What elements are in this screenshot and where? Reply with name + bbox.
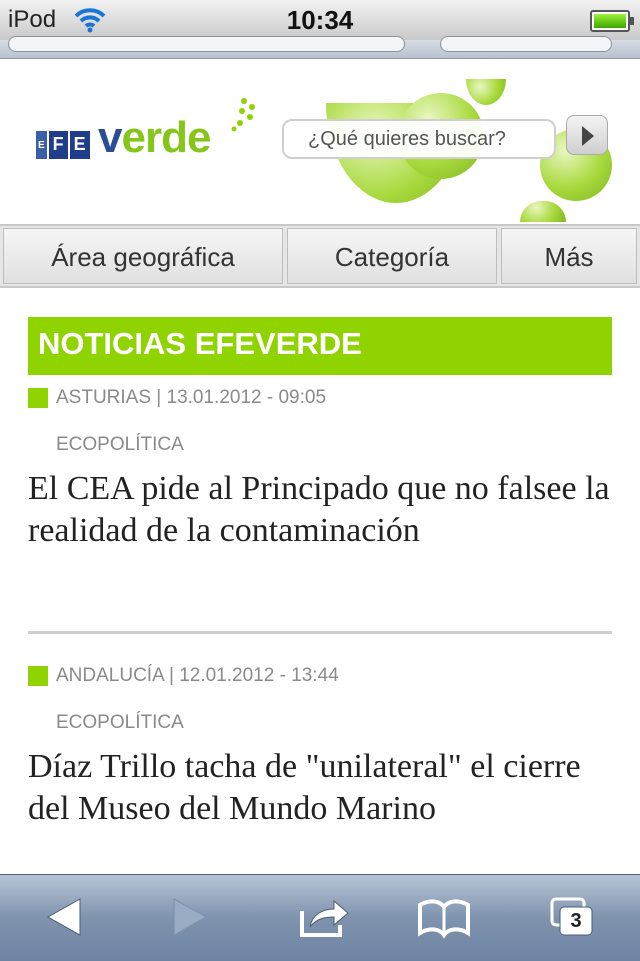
share-button[interactable] — [294, 895, 354, 939]
news-divider — [28, 631, 612, 634]
decorative-bubble — [520, 201, 566, 222]
search-go-icon — [582, 126, 594, 146]
section-title: NOTICIAS EFEVERDE — [38, 326, 362, 361]
decorative-bubble — [466, 79, 506, 105]
news-location-date: ASTURIAS | 13.01.2012 - 09:05 — [56, 387, 327, 408]
bullet-square-icon — [28, 666, 48, 686]
forward-button[interactable] — [160, 895, 220, 939]
status-bar: iPod 10:34 — [0, 0, 640, 41]
news-category[interactable]: ECOPOLÍTICA — [56, 712, 184, 734]
share-icon — [300, 899, 349, 937]
browser-toolbar: 3 — [0, 874, 640, 961]
search-input[interactable]: ¿Qué quieres buscar? — [282, 119, 556, 159]
clock: 10:34 — [286, 5, 354, 35]
section-header: NOTICIAS EFEVERDE — [28, 317, 612, 375]
bookmarks-icon — [418, 899, 470, 939]
news-category[interactable]: ECOPOLÍTICA — [56, 434, 184, 456]
efeverde-logo[interactable]: EFE verde — [36, 98, 256, 171]
search-go-button[interactable] — [566, 115, 608, 155]
browser-address-bar — [0, 36, 640, 59]
battery-icon — [590, 10, 634, 32]
news-headline[interactable]: Díaz Trillo tacha de "unilateral" el cie… — [28, 746, 612, 830]
url-field[interactable] — [8, 36, 405, 52]
tabs-button[interactable]: 3 — [544, 895, 604, 939]
browser-search-field[interactable] — [440, 36, 612, 52]
nav-tab-mas[interactable]: Más — [501, 228, 637, 284]
news-location-date: ANDALUCÍA | 12.01.2012 - 13:44 — [56, 665, 339, 686]
bookmarks-button[interactable] — [414, 895, 474, 939]
nav-tab-categoria[interactable]: Categoría — [287, 228, 497, 284]
site-header: EFE verde ¿Qué quieres buscar? — [0, 59, 640, 222]
tabs-count: 3 — [570, 910, 582, 932]
back-button[interactable] — [34, 895, 94, 939]
forward-icon — [173, 898, 208, 936]
main-nav: Área geográfica Categoría Más — [0, 224, 640, 288]
news-headline[interactable]: El CEA pide al Principado que no falsee … — [28, 468, 612, 552]
back-icon — [46, 898, 81, 936]
bullet-square-icon — [28, 388, 48, 408]
nav-tab-area-geografica[interactable]: Área geográfica — [3, 228, 283, 284]
